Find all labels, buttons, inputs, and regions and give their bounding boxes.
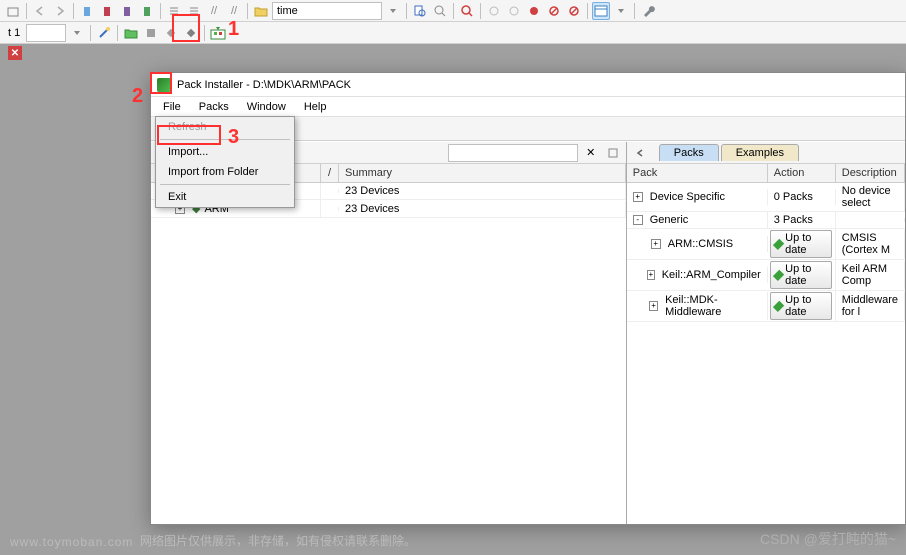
left-arrow-icon[interactable] (631, 144, 649, 162)
uptodate-button[interactable]: Up to date (770, 261, 832, 289)
tb2-wand-icon[interactable] (95, 24, 113, 42)
menu-import-folder[interactable]: Import from Folder (156, 162, 294, 182)
annotation-label-2: 2 (132, 85, 143, 108)
clear-search-icon[interactable]: ✕ (582, 144, 600, 162)
tb-marker-icon[interactable] (118, 2, 136, 20)
pack-installer-launch-icon[interactable] (209, 24, 227, 42)
pack-row[interactable]: + ARM::CMSIS Up to date CMSIS (Cortex M (627, 229, 905, 260)
diamond-icon (773, 238, 785, 250)
tb-pin-icon[interactable] (138, 2, 156, 20)
packs-pane: Packs Examples Pack Action Description +… (627, 142, 905, 524)
pack-action: 0 Packs (768, 189, 836, 205)
device-search-input[interactable] (448, 144, 578, 162)
pack-row[interactable]: + Keil::MDK-Middleware Up to date Middlew… (627, 291, 905, 322)
annotation-box-1 (172, 14, 200, 42)
pack-name: ARM::CMSIS (668, 238, 733, 250)
pack-desc: No device select (836, 183, 905, 211)
tb-zoom-icon[interactable] (458, 2, 476, 20)
tb-dropdown-icon[interactable] (384, 2, 402, 20)
tree-toggle-icon[interactable]: - (633, 215, 643, 225)
annotation-label-1: 1 (228, 18, 239, 41)
pack-row[interactable]: + Device Specific 0 Packs No device selec… (627, 183, 905, 212)
pack-name: Keil::ARM_Compiler (662, 269, 761, 281)
tb-red-dot-icon[interactable] (525, 2, 543, 20)
col-description[interactable]: Description (836, 164, 905, 182)
pack-row[interactable]: -Generic 3 Packs (627, 212, 905, 229)
watermark-site: www.toymoban.com (10, 535, 133, 549)
annotation-box-2 (150, 72, 172, 94)
tb-window-icon[interactable] (592, 2, 610, 20)
menu-packs[interactable]: Packs (191, 99, 237, 115)
pack-desc (836, 218, 905, 222)
tree-toggle-icon[interactable]: + (651, 239, 661, 249)
tree-toggle-icon[interactable]: + (633, 192, 643, 202)
tb-dropdown2-icon[interactable] (612, 2, 630, 20)
tree-toggle-icon[interactable]: + (647, 270, 655, 280)
tb2-box-icon[interactable] (142, 24, 160, 42)
tb-bookmark-icon[interactable] (78, 2, 96, 20)
tb-noentry-icon[interactable] (545, 2, 563, 20)
tb-open-icon[interactable] (4, 2, 22, 20)
tb-dot1-icon[interactable] (485, 2, 503, 20)
main-toolbar-2: t 1 (0, 22, 906, 44)
packs-pane-toolbar: Packs Examples (627, 142, 905, 164)
pack-name: Device Specific (650, 191, 725, 203)
tb-comment-icon[interactable]: // (205, 2, 223, 20)
tb-wrench-icon[interactable] (639, 2, 657, 20)
window-menubar: File Packs Window Help (151, 97, 905, 117)
menu-help[interactable]: Help (296, 99, 335, 115)
tb-folder-icon[interactable] (252, 2, 270, 20)
packs-table: Pack Action Description + Device Specific… (627, 164, 905, 524)
find-input[interactable] (272, 2, 382, 20)
close-panel-icon[interactable]: ✕ (8, 46, 22, 60)
watermark-note: 网络图片仅供展示，非存储，如有侵权请联系删除。 (140, 532, 416, 549)
annotation-box-3 (157, 125, 221, 145)
diamond-icon (773, 269, 785, 281)
target-label: t 1 (4, 27, 24, 39)
pack-desc: CMSIS (Cortex M (836, 230, 905, 258)
device-summary: 23 Devices (339, 201, 626, 217)
tb2-dd-icon[interactable] (68, 24, 86, 42)
tb-find-icon[interactable] (411, 2, 429, 20)
tb-find2-icon[interactable] (431, 2, 449, 20)
tb-dot2-icon[interactable] (505, 2, 523, 20)
menu-import[interactable]: Import... (156, 142, 294, 162)
pack-desc: Middleware for l (836, 292, 905, 320)
target-input[interactable] (26, 24, 66, 42)
tb-back-icon[interactable] (31, 2, 49, 20)
csdn-credit: CSDN @爱打盹的猫~ (760, 529, 896, 549)
uptodate-button[interactable]: Up to date (770, 230, 832, 258)
menu-file[interactable]: File (155, 99, 189, 115)
tb-fwd-icon[interactable] (51, 2, 69, 20)
col-summary[interactable]: Summary (339, 164, 626, 182)
pack-name: Generic (650, 214, 689, 226)
tree-toggle-icon[interactable]: + (649, 301, 658, 311)
col-pack[interactable]: Pack (627, 164, 768, 182)
pack-name: Keil::MDK-Middleware (665, 294, 761, 318)
tb-noentry2-icon[interactable] (565, 2, 583, 20)
col-action[interactable]: Action (768, 164, 836, 182)
col-slash: / (321, 164, 339, 182)
pack-row[interactable]: + Keil::ARM_Compiler Up to date Keil ARM … (627, 260, 905, 291)
diamond-icon (773, 300, 785, 312)
tab-packs[interactable]: Packs (659, 144, 719, 161)
menu-window[interactable]: Window (239, 99, 294, 115)
expand-icon[interactable] (604, 144, 622, 162)
annotation-label-3: 3 (228, 126, 239, 149)
window-titlebar: Pack Installer - D:\MDK\ARM\PACK (151, 73, 905, 97)
tab-examples[interactable]: Examples (721, 144, 799, 161)
tb-flag-icon[interactable] (98, 2, 116, 20)
pack-desc: Keil ARM Comp (836, 261, 905, 289)
tb-uncomment-icon[interactable]: // (225, 2, 243, 20)
pack-action: 3 Packs (768, 212, 836, 228)
devices-table: Device / Summary -All Devices 23 Devices… (151, 164, 626, 524)
uptodate-button[interactable]: Up to date (770, 292, 832, 320)
menu-exit[interactable]: Exit (156, 187, 294, 207)
device-summary: 23 Devices (339, 183, 626, 199)
tb2-folder-icon[interactable] (122, 24, 140, 42)
window-title: Pack Installer - D:\MDK\ARM\PACK (177, 79, 351, 91)
main-toolbar-1: // // (0, 0, 906, 22)
